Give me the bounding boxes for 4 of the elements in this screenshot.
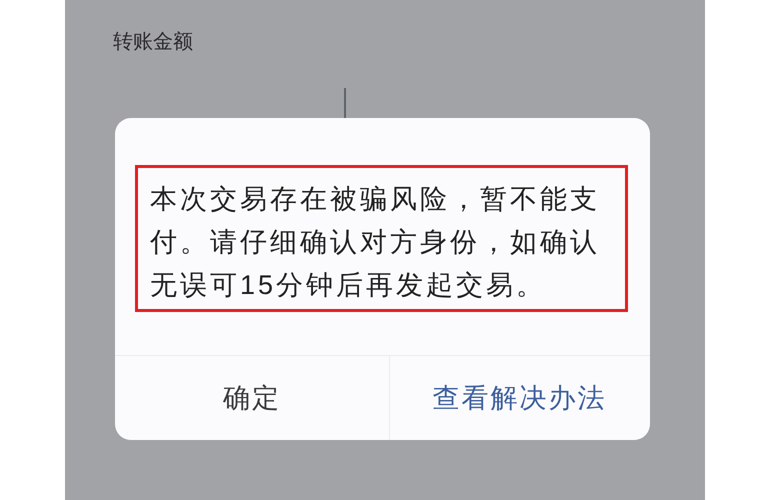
dialog-message: 本次交易存在被骗风险，暂不能支付。请仔细确认对方身份，如确认无误可15分钟后再发起交易。 [150, 183, 601, 302]
field-label: 转账金额 [113, 30, 193, 55]
view-solution-button[interactable]: 查看解决办法 [432, 378, 606, 418]
confirm-button[interactable]: 确定 [223, 378, 281, 418]
